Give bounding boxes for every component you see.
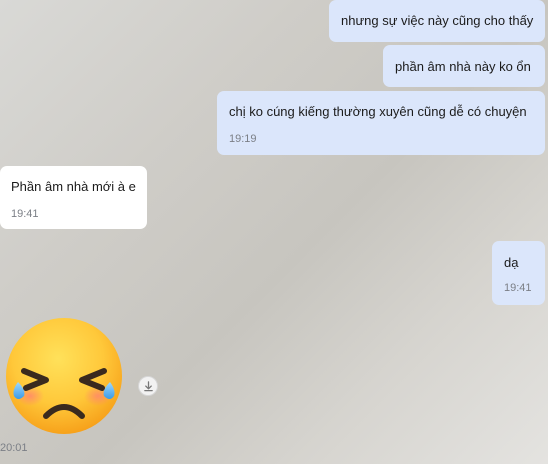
crying-face-emoji-icon <box>6 318 122 434</box>
message-time: 19:41 <box>504 282 532 294</box>
sticker-time: 20:01 <box>0 442 28 454</box>
message-time: 19:41 <box>11 208 39 220</box>
message-text: chị ko cúng kiếng thường xuyên cũng dễ c… <box>229 104 527 119</box>
message-text: dạ <box>504 255 519 270</box>
message-sent[interactable]: phần âm nhà này ko ổn <box>383 45 545 87</box>
download-icon <box>144 381 153 392</box>
message-text: Phần âm nhà mới à e <box>11 179 136 194</box>
message-time: 19:19 <box>229 133 257 145</box>
message-received[interactable]: Phần âm nhà mới à e 19:41 <box>0 166 147 229</box>
message-sent[interactable]: chị ko cúng kiếng thường xuyên cũng dễ c… <box>217 91 545 155</box>
message-text: nhưng sự việc này cũng cho thấy <box>341 13 534 28</box>
message-text: phần âm nhà này ko ổn <box>395 59 531 74</box>
sticker-message[interactable] <box>4 316 126 438</box>
message-sent[interactable]: dạ 19:41 <box>492 241 545 305</box>
message-sent[interactable]: nhưng sự việc này cũng cho thấy <box>329 0 545 42</box>
download-button[interactable] <box>138 376 158 396</box>
